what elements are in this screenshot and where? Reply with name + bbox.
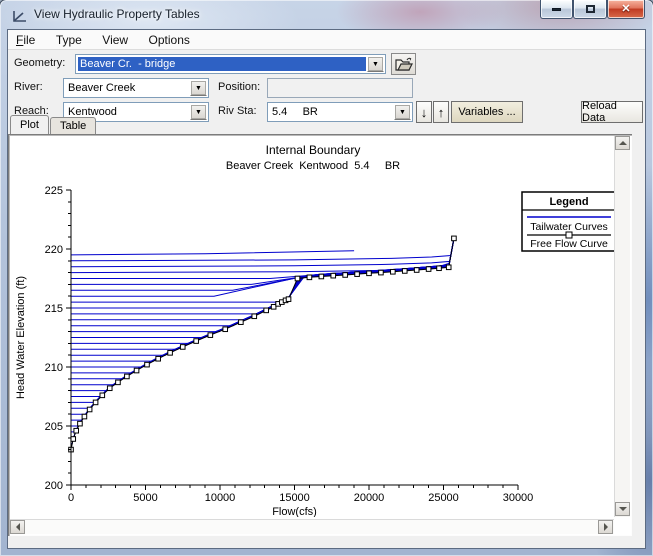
chart-title: Internal Boundary bbox=[266, 143, 361, 157]
open-geometry-file-button[interactable] bbox=[391, 53, 416, 75]
river-combobox[interactable]: Beaver Creek ▼ bbox=[63, 78, 209, 98]
svg-text:25000: 25000 bbox=[428, 492, 459, 504]
window-title: View Hydraulic Property Tables bbox=[34, 7, 200, 21]
svg-text:15000: 15000 bbox=[279, 492, 310, 504]
horizontal-scrollbar[interactable] bbox=[10, 519, 614, 534]
svg-text:Flow(cfs): Flow(cfs) bbox=[272, 506, 317, 517]
svg-text:30000: 30000 bbox=[503, 492, 534, 504]
geometry-label: Geometry: bbox=[14, 57, 65, 69]
legend-tailwater-label: Tailwater Curves bbox=[530, 221, 608, 233]
app-window: View Hydraulic Property Tables ✕ File Ty… bbox=[0, 0, 653, 556]
riv-sta-label: Riv Sta: bbox=[218, 105, 257, 117]
river-value: Beaver Creek bbox=[66, 81, 189, 95]
geometry-combobox[interactable]: Beaver Cr. - bridge ▼ bbox=[75, 54, 386, 74]
svg-text:0: 0 bbox=[68, 492, 74, 504]
position-label: Position: bbox=[218, 81, 260, 93]
riv-sta-value: 5.4 BR bbox=[270, 105, 393, 119]
triangle-up-icon bbox=[619, 137, 627, 145]
triangle-down-icon bbox=[619, 507, 627, 515]
svg-text:215: 215 bbox=[45, 303, 63, 315]
scroll-right-button[interactable] bbox=[598, 520, 613, 534]
menu-options[interactable]: Options bbox=[141, 30, 198, 49]
plot-panel: Internal Boundary Beaver Creek Kentwood … bbox=[8, 134, 632, 536]
maximize-icon bbox=[586, 5, 595, 13]
svg-text:Head Water Elevation (ft): Head Water Elevation (ft) bbox=[15, 276, 27, 399]
client-area: File Type View Options Geometry: Beaver … bbox=[8, 30, 645, 548]
tab-plot[interactable]: Plot bbox=[10, 115, 49, 134]
triangle-right-icon bbox=[604, 523, 612, 531]
titlebar[interactable]: View Hydraulic Property Tables ✕ bbox=[0, 0, 653, 30]
variables-button[interactable]: Variables ... bbox=[451, 101, 523, 123]
tab-table[interactable]: Table bbox=[50, 117, 96, 134]
riv-sta-down-button[interactable]: ↓ bbox=[416, 101, 432, 123]
minimize-icon bbox=[552, 8, 561, 11]
geometry-value: Beaver Cr. - bridge bbox=[78, 57, 366, 71]
riv-sta-up-button[interactable]: ↑ bbox=[433, 101, 449, 123]
chart-subtitle: Beaver Creek Kentwood 5.4 BR bbox=[226, 160, 400, 172]
chart-legend: Legend Tailwater Curves Free Flow Curve bbox=[522, 192, 616, 251]
legend-title: Legend bbox=[549, 196, 588, 208]
maximize-button[interactable] bbox=[573, 0, 607, 19]
legend-freeflow-label: Free Flow Curve bbox=[530, 238, 608, 250]
vertical-scrollbar[interactable] bbox=[614, 136, 630, 517]
chevron-down-icon[interactable]: ▼ bbox=[190, 80, 207, 96]
minimize-button[interactable] bbox=[540, 0, 573, 19]
menu-bar: File Type View Options bbox=[8, 30, 645, 50]
plot-canvas: Internal Boundary Beaver Creek Kentwood … bbox=[10, 136, 616, 517]
svg-text:5000: 5000 bbox=[133, 492, 157, 504]
app-icon bbox=[12, 8, 28, 24]
open-folder-icon bbox=[395, 57, 413, 71]
scroll-down-button[interactable] bbox=[615, 502, 630, 516]
menu-file[interactable]: File bbox=[8, 30, 43, 49]
chart-area: Internal Boundary Beaver Creek Kentwood … bbox=[10, 136, 616, 517]
chevron-down-icon[interactable]: ▼ bbox=[367, 56, 384, 72]
chevron-down-icon[interactable]: ▼ bbox=[190, 104, 207, 120]
free-flow-curve-series bbox=[69, 236, 457, 452]
menu-view[interactable]: View bbox=[94, 30, 136, 49]
svg-text:210: 210 bbox=[45, 362, 63, 374]
chart-axes: 0 5000 10000 15000 20000 25000 30000 200 205 210 2… bbox=[15, 185, 533, 517]
svg-text:20000: 20000 bbox=[354, 492, 385, 504]
menu-type[interactable]: Type bbox=[48, 30, 90, 49]
svg-text:220: 220 bbox=[45, 244, 63, 256]
tailwater-curves-series bbox=[71, 239, 454, 444]
svg-text:10000: 10000 bbox=[205, 492, 236, 504]
close-icon: ✕ bbox=[621, 4, 630, 15]
chevron-down-icon[interactable]: ▼ bbox=[394, 104, 411, 120]
riv-sta-combobox[interactable]: 5.4 BR ▼ bbox=[267, 102, 413, 122]
svg-text:200: 200 bbox=[45, 480, 63, 492]
svg-text:205: 205 bbox=[45, 421, 63, 433]
scroll-left-button[interactable] bbox=[10, 520, 25, 534]
position-field[interactable] bbox=[267, 78, 413, 98]
triangle-left-icon bbox=[12, 523, 20, 531]
close-button[interactable]: ✕ bbox=[607, 0, 645, 19]
scroll-up-button[interactable] bbox=[615, 136, 630, 150]
reload-data-button[interactable]: Reload Data bbox=[581, 101, 643, 123]
svg-text:225: 225 bbox=[45, 185, 63, 197]
river-label: River: bbox=[14, 81, 43, 93]
